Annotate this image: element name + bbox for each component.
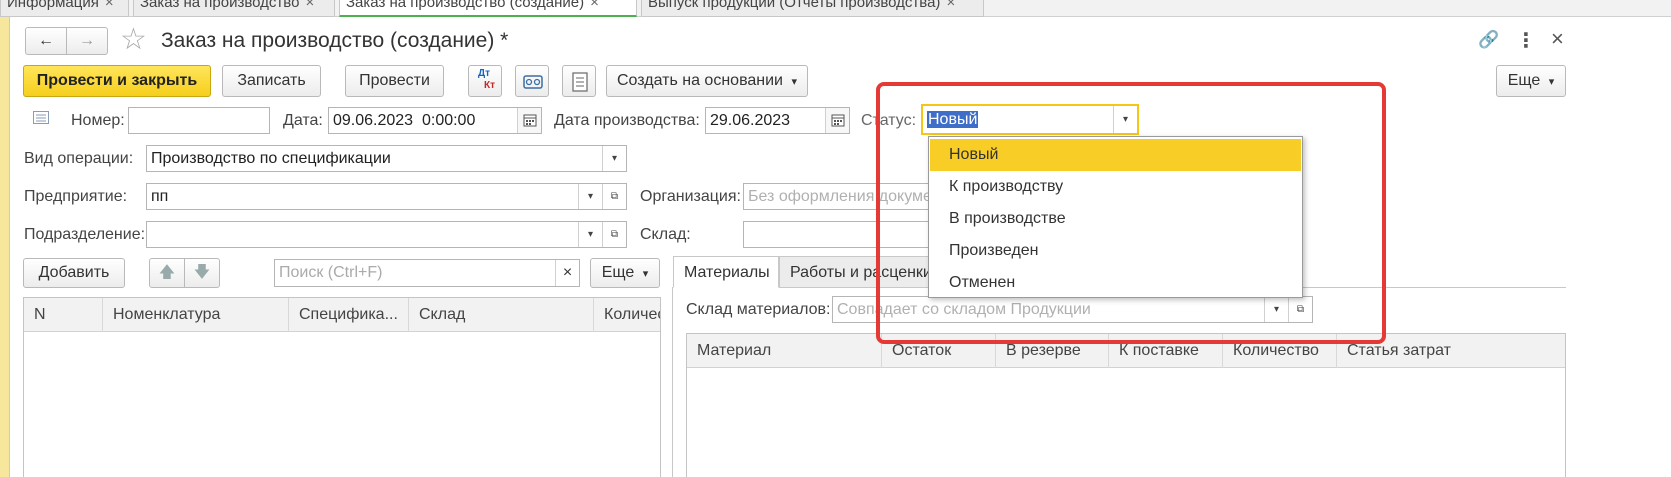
number-label: Номер: bbox=[71, 112, 125, 129]
document-list-icon bbox=[572, 72, 588, 92]
materials-warehouse-label: Склад материалов: bbox=[686, 301, 831, 318]
search-placeholder: Поиск (Ctrl+F) bbox=[279, 264, 383, 281]
highlight-frame bbox=[876, 82, 1386, 344]
chevron-down-icon: ▾ bbox=[791, 76, 797, 88]
arrow-up-icon: 🡅 bbox=[158, 264, 176, 281]
arrow-down-icon: 🡇 bbox=[193, 264, 211, 281]
post-button[interactable]: Провести bbox=[345, 65, 444, 97]
page-title: Заказ на производство (создание) * bbox=[161, 29, 509, 52]
dt-kt-button[interactable]: Дт Кт bbox=[468, 65, 502, 97]
operation-type-label: Вид операции: bbox=[24, 150, 134, 167]
column-header[interactable]: Специфика... bbox=[289, 298, 409, 332]
warehouse-label: Склад: bbox=[640, 226, 691, 243]
tab-production-order-create[interactable]: Заказ на производство (создание) × bbox=[339, 0, 637, 17]
column-header[interactable]: Количество bbox=[594, 298, 660, 332]
column-header[interactable]: Номенклатура bbox=[103, 298, 289, 332]
chevron-down-icon: ▾ bbox=[642, 268, 649, 280]
kt-label: Кт bbox=[484, 80, 496, 91]
tab-info[interactable]: Информация × bbox=[0, 0, 129, 17]
division-label: Подразделение: bbox=[24, 226, 146, 243]
chevron-down-icon[interactable]: ▾ bbox=[578, 184, 602, 209]
materials-table[interactable]: Материал Остаток В резерве К поставке Ко… bbox=[686, 333, 1566, 477]
move-up-button[interactable]: 🡅 bbox=[149, 258, 185, 288]
date-label: Дата: bbox=[283, 112, 323, 129]
more-vertical-icon[interactable]: ⋮ bbox=[1516, 28, 1536, 53]
operation-type-value: Производство по спецификации bbox=[151, 150, 391, 167]
close-icon[interactable]: × bbox=[946, 0, 955, 11]
report-button[interactable] bbox=[562, 65, 596, 97]
more-button[interactable]: Еще ▾ bbox=[1496, 65, 1566, 97]
back-arrow-icon: ← bbox=[38, 32, 54, 49]
structure-button[interactable] bbox=[515, 65, 549, 97]
products-table[interactable]: N Номенклатура Специфика... Склад Количе… bbox=[23, 297, 661, 477]
tab-label: Информация bbox=[7, 0, 99, 11]
operation-type-select[interactable]: Производство по спецификации ▾ bbox=[146, 145, 627, 172]
division-select[interactable]: ▾ ⧉ bbox=[146, 221, 627, 248]
chevron-down-icon[interactable]: ▾ bbox=[578, 222, 602, 247]
clear-icon[interactable]: × bbox=[555, 260, 579, 286]
create-based-on-button[interactable]: Создать на основании ▾ bbox=[606, 65, 808, 97]
tab-label: Заказ на производство bbox=[140, 0, 300, 11]
more-label: Еще bbox=[601, 264, 635, 281]
close-icon[interactable]: × bbox=[305, 0, 314, 11]
back-button[interactable]: ← bbox=[25, 27, 67, 55]
create-based-on-label: Создать на основании bbox=[617, 72, 783, 89]
tab-production-output[interactable]: Выпуск продукции (Отчеты производства) × bbox=[641, 0, 984, 17]
tab-materials[interactable]: Материалы bbox=[673, 256, 779, 288]
structure-icon bbox=[523, 75, 543, 89]
tab-label: Заказ на производство (создание) bbox=[346, 0, 585, 11]
calendar-button[interactable] bbox=[825, 108, 849, 133]
production-date-label: Дата производства: bbox=[554, 112, 700, 129]
calendar-icon bbox=[523, 114, 537, 127]
window-edge bbox=[0, 17, 10, 477]
favorite-star-icon[interactable]: ☆ bbox=[120, 24, 147, 56]
number-input[interactable] bbox=[128, 107, 270, 134]
chevron-down-icon[interactable]: ▾ bbox=[602, 146, 626, 171]
column-header[interactable]: N bbox=[24, 298, 103, 332]
tab-label: Выпуск продукции (Отчеты производства) bbox=[648, 0, 941, 11]
chevron-down-icon: ▾ bbox=[1548, 76, 1555, 88]
organization-label: Организация: bbox=[640, 188, 741, 205]
add-button[interactable]: Добавить bbox=[23, 258, 125, 288]
date-input[interactable]: 09.06.2023 0:00:00 bbox=[328, 107, 542, 134]
save-button[interactable]: Записать bbox=[222, 65, 321, 97]
tab-production-order[interactable]: Заказ на производство × bbox=[133, 0, 335, 17]
close-icon[interactable]: × bbox=[105, 0, 114, 11]
close-icon[interactable]: × bbox=[1551, 26, 1564, 52]
column-header[interactable]: Склад bbox=[409, 298, 594, 332]
production-date-value: 29.06.2023 bbox=[710, 112, 791, 129]
products-table-header: N Номенклатура Специфика... Склад Количе… bbox=[24, 298, 660, 332]
enterprise-select[interactable]: пп ▾ ⧉ bbox=[146, 183, 627, 210]
forward-arrow-icon: → bbox=[79, 32, 95, 49]
dt-label: Дт bbox=[478, 68, 491, 79]
production-date-input[interactable]: 29.06.2023 bbox=[705, 107, 850, 134]
column-header[interactable]: Материал bbox=[687, 334, 882, 368]
list-icon bbox=[33, 111, 49, 124]
panel-border bbox=[672, 288, 673, 477]
close-icon[interactable]: × bbox=[590, 0, 599, 11]
forward-button[interactable]: → bbox=[66, 27, 108, 55]
search-input[interactable]: Поиск (Ctrl+F) × bbox=[274, 259, 580, 287]
calendar-icon bbox=[831, 114, 845, 127]
link-icon[interactable]: 🔗 bbox=[1478, 30, 1499, 50]
post-and-close-button[interactable]: Провести и закрыть bbox=[23, 65, 211, 97]
calendar-button[interactable] bbox=[517, 108, 541, 133]
products-more-button[interactable]: Еще ▾ bbox=[590, 258, 660, 288]
date-value: 09.06.2023 0:00:00 bbox=[333, 112, 476, 129]
more-label: Еще bbox=[1507, 72, 1541, 89]
enterprise-label: Предприятие: bbox=[24, 188, 128, 205]
open-icon[interactable]: ⧉ bbox=[602, 184, 626, 209]
open-icon[interactable]: ⧉ bbox=[602, 222, 626, 247]
move-down-button[interactable]: 🡇 bbox=[184, 258, 220, 288]
enterprise-value: пп bbox=[151, 188, 169, 205]
